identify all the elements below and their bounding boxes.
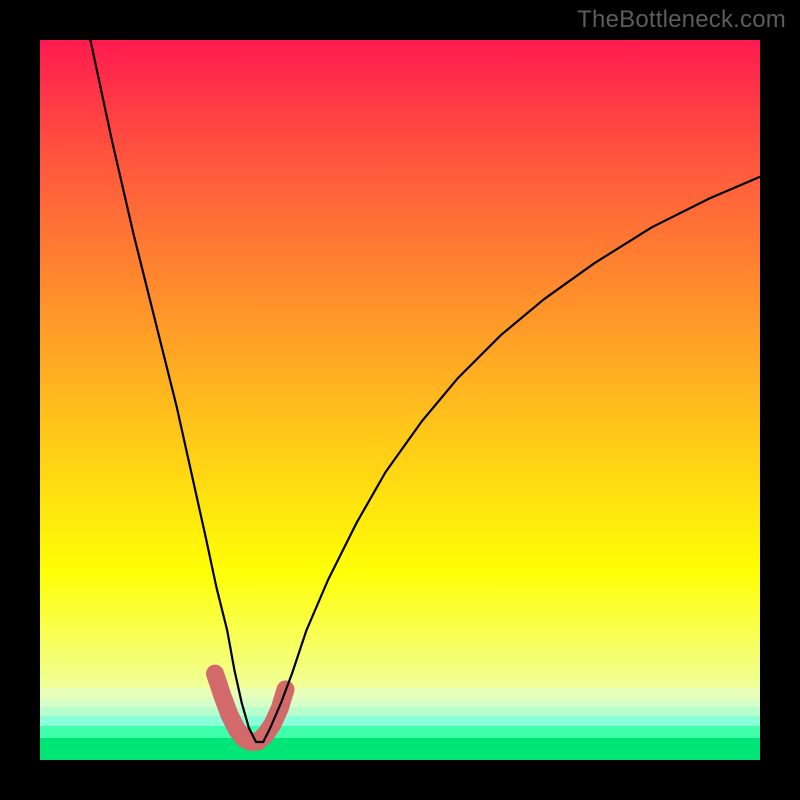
watermark-text: TheBottleneck.com xyxy=(577,6,786,34)
chart-frame: TheBottleneck.com xyxy=(0,0,800,800)
chart-svg xyxy=(40,40,760,760)
plot-area xyxy=(40,40,760,760)
curve-line xyxy=(90,40,760,742)
